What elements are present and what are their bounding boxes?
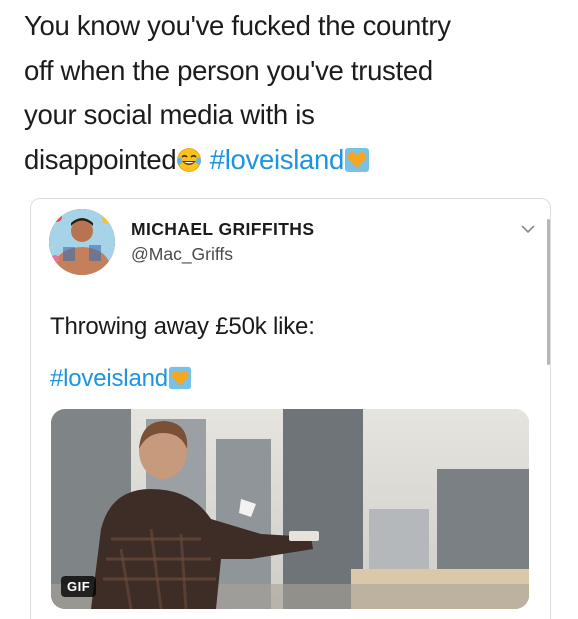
gif-frame-image bbox=[51, 409, 529, 609]
avatar-image bbox=[49, 209, 115, 275]
face-with-tears-of-joy-icon bbox=[177, 147, 202, 172]
scrollbar[interactable] bbox=[547, 219, 550, 365]
caption-hashtag-link[interactable]: #loveisland bbox=[210, 144, 345, 175]
caption-line-2: off when the person you've trusted bbox=[24, 54, 433, 86]
caption-disappointed-text: disappointed bbox=[24, 143, 177, 175]
heart-box-icon bbox=[168, 366, 191, 390]
gif-badge: GIF bbox=[61, 576, 97, 597]
tweet-hashtag-row: #loveisland bbox=[50, 365, 192, 393]
tweet-hashtag-link[interactable]: #loveisland bbox=[50, 365, 168, 392]
caption: You know you've fucked the country off w… bbox=[24, 4, 554, 182]
tweet-text: Throwing away £50k like: bbox=[50, 313, 315, 340]
chevron-down-icon[interactable] bbox=[520, 221, 536, 237]
avatar[interactable] bbox=[49, 209, 115, 275]
user-handle[interactable]: @Mac_Griffs bbox=[131, 244, 233, 265]
heart-box-icon bbox=[345, 147, 370, 172]
embedded-tweet-card[interactable]: MICHAEL GRIFFITHS @Mac_Griffs Throwing a… bbox=[30, 198, 551, 619]
caption-line-3: your social media with is bbox=[24, 99, 315, 130]
caption-line-4: disappointed #loveisland bbox=[24, 138, 554, 183]
display-name[interactable]: MICHAEL GRIFFITHS bbox=[131, 219, 314, 240]
caption-line-1: You know you've fucked the country bbox=[24, 10, 451, 41]
gif-media[interactable]: GIF bbox=[51, 409, 529, 609]
